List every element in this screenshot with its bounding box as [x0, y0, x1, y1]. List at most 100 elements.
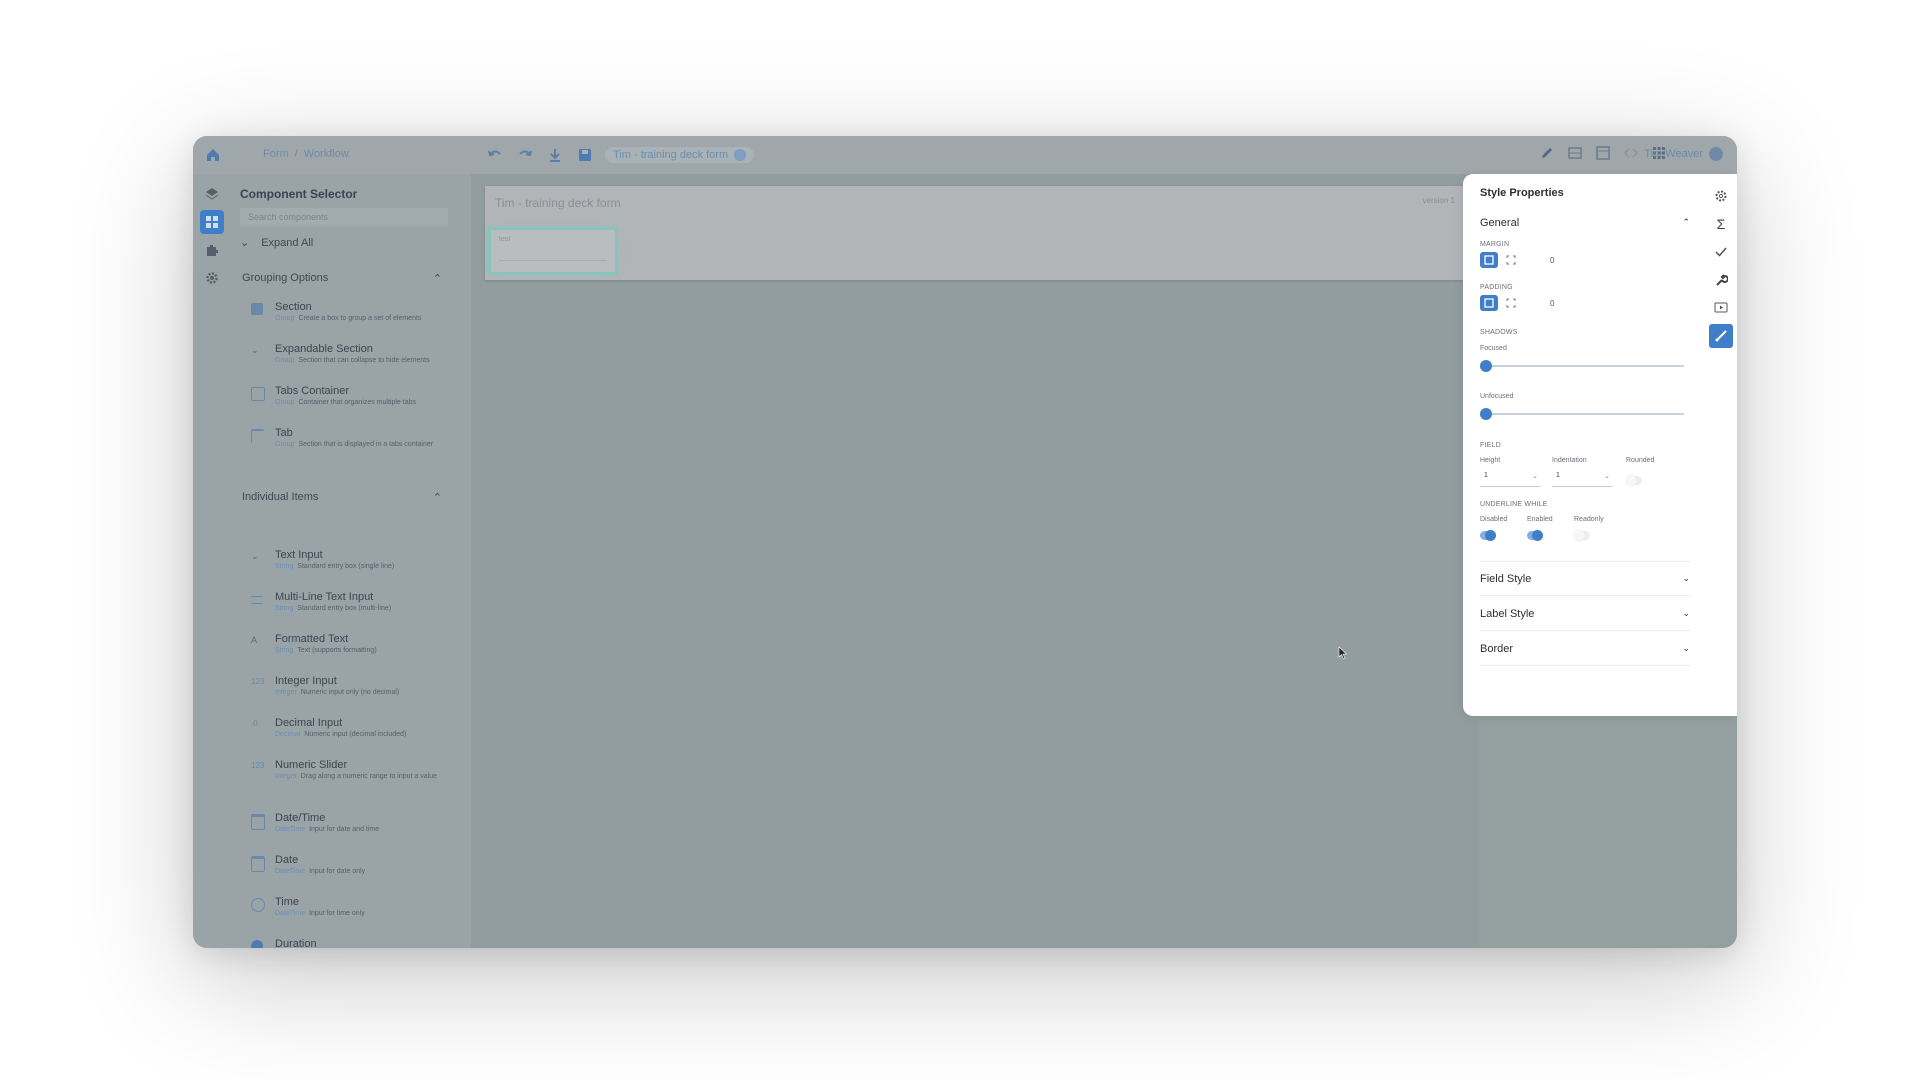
component-item-date[interactable]: Date DateTime Input for date only: [251, 854, 441, 884]
border-header[interactable]: Border ⌄: [1480, 643, 1690, 655]
save-icon[interactable]: [575, 145, 595, 165]
undo-icon[interactable]: [485, 145, 505, 165]
label-style-header[interactable]: Label Style ⌄: [1480, 608, 1690, 620]
individual-items-header[interactable]: Individual Items ⌃: [242, 491, 442, 504]
text-input-icon: ⌄: [251, 551, 259, 561]
margin-individual-button[interactable]: [1502, 252, 1520, 268]
info-icon[interactable]: [734, 149, 747, 161]
breadcrumb-form[interactable]: Form: [263, 148, 289, 160]
item-name: Multi-Line Text Input: [275, 591, 374, 603]
preview-play-icon[interactable]: [1709, 296, 1733, 320]
form-version: version 1: [1422, 196, 1455, 205]
divider: [1480, 665, 1690, 666]
form-canvas: Tim - training deck form version 1 test: [471, 174, 1479, 948]
breadcrumb-workflow[interactable]: Workflow: [304, 148, 349, 160]
item-desc: Group Create a box to group a set of elem…: [275, 315, 422, 322]
component-item-tab[interactable]: Tab Group Section that is displayed in a …: [251, 427, 441, 467]
section-icon: [251, 303, 263, 315]
item-name: Section: [275, 301, 312, 313]
grouping-options-header[interactable]: Grouping Options ⌃: [242, 272, 442, 285]
chevron-up-icon[interactable]: ⌃: [433, 491, 442, 504]
component-item-multi-line-text-input[interactable]: Multi-Line Text Input String Standard ent…: [251, 591, 441, 621]
component-item-date-time[interactable]: Date/Time DateTime Input for date and tim…: [251, 812, 441, 842]
indentation-value: 1: [1556, 472, 1560, 479]
component-item-expandable-section[interactable]: ⌄ Expandable Section Group Section that c…: [251, 343, 441, 373]
preview-icon[interactable]: [1595, 145, 1611, 161]
chevron-down-icon[interactable]: ⌄: [1682, 643, 1690, 655]
field-section-label: FIELD: [1480, 442, 1501, 449]
rounded-toggle[interactable]: [1626, 475, 1642, 486]
redo-icon[interactable]: [515, 145, 535, 165]
component-item-text-input[interactable]: ⌄ Text Input String Standard entry box (s…: [251, 549, 441, 579]
underline-while-label: UNDERLINE WHILE: [1480, 501, 1548, 508]
check-icon[interactable]: [1709, 240, 1733, 264]
table-icon[interactable]: [1567, 145, 1583, 161]
home-icon[interactable]: [203, 145, 223, 165]
document-chip[interactable]: Tim - training deck form: [605, 147, 755, 163]
item-desc: String Text (supports formatting): [275, 647, 377, 654]
expand-all-button[interactable]: ⌄ Expand All: [240, 236, 314, 250]
padding-label: PADDING: [1480, 284, 1513, 291]
tabs-icon: [251, 387, 265, 401]
component-item-decimal-input[interactable]: .0 Decimal Input Decimal Numeric input (d…: [251, 717, 441, 747]
sigma-icon[interactable]: Σ: [1709, 212, 1733, 236]
edit-icon[interactable]: [1539, 145, 1555, 161]
padding-value[interactable]: 0: [1550, 299, 1554, 308]
margin-value[interactable]: 0: [1550, 256, 1554, 265]
download-icon[interactable]: [545, 145, 565, 165]
left-rail: [193, 174, 231, 948]
mouse-cursor-icon: [1338, 646, 1348, 660]
settings-gear-icon[interactable]: [1709, 184, 1733, 208]
item-name: Time: [275, 896, 300, 908]
chevron-down-icon[interactable]: ⌄: [1682, 608, 1690, 620]
focused-label: Focused: [1480, 345, 1507, 352]
grouping-options-title: Grouping Options: [242, 272, 329, 284]
underline-enabled-toggle[interactable]: [1527, 530, 1543, 541]
unfocused-label: Unfocused: [1480, 393, 1514, 400]
chevron-up-icon[interactable]: ⌃: [1682, 217, 1690, 229]
layers-icon[interactable]: [200, 182, 224, 206]
margin-uniform-button[interactable]: [1480, 252, 1498, 268]
padding-uniform-button[interactable]: [1480, 295, 1498, 311]
chevron-up-icon[interactable]: ⌃: [433, 272, 442, 285]
item-name: Tab: [275, 427, 293, 439]
gear-icon[interactable]: [200, 266, 224, 290]
puzzle-icon[interactable]: [200, 238, 224, 262]
form-card[interactable]: Tim - training deck form version 1 test: [485, 186, 1465, 280]
underline-readonly-toggle[interactable]: [1574, 530, 1590, 541]
paintbrush-icon[interactable]: [1709, 324, 1733, 348]
component-item-numeric-slider[interactable]: 123 Numeric Slider Integer Drag along a n…: [251, 759, 441, 799]
component-item-formatted-text[interactable]: A Formatted Text String Text (supports fo…: [251, 633, 441, 663]
selected-field[interactable]: test: [491, 230, 615, 272]
expand-all-label: Expand All: [261, 236, 314, 249]
item-name: Formatted Text: [275, 633, 349, 645]
indentation-select[interactable]: 1 ⌄: [1552, 472, 1612, 487]
item-name: Expandable Section: [275, 343, 373, 355]
component-item-integer-input[interactable]: 123 Integer Input Integer Numeric input o…: [251, 675, 441, 705]
component-item-time[interactable]: Time DateTime Input for time only: [251, 896, 441, 926]
chevron-down-icon[interactable]: ⌄: [1682, 573, 1690, 585]
underline-disabled-toggle[interactable]: [1480, 530, 1496, 541]
unfocused-shadow-slider[interactable]: [1480, 407, 1684, 421]
components-grid-icon[interactable]: [200, 210, 224, 234]
readonly-label: Readonly: [1574, 516, 1604, 523]
focused-shadow-slider[interactable]: [1480, 359, 1684, 373]
general-section-header[interactable]: General ⌃: [1480, 217, 1690, 229]
search-input[interactable]: Search components: [240, 208, 448, 226]
item-desc: Group Section that is displayed in a tabs…: [275, 441, 434, 448]
wrench-icon[interactable]: [1709, 268, 1733, 292]
height-select[interactable]: 1 ⌄: [1480, 472, 1540, 487]
item-desc: DateTime Input for date and time: [275, 826, 380, 833]
component-item-tabs-container[interactable]: Tabs Container Group Container that organ…: [251, 385, 441, 415]
item-name: Date/Time: [275, 812, 326, 824]
slider-knob[interactable]: [1480, 408, 1492, 420]
code-icon[interactable]: [1623, 145, 1639, 161]
slider-knob[interactable]: [1480, 360, 1492, 372]
component-item-section[interactable]: Section Group Create a box to group a set…: [251, 301, 441, 331]
item-desc: String Standard entry box (single line): [275, 563, 395, 570]
component-item-duration[interactable]: Duration: [251, 938, 441, 948]
field-style-header[interactable]: Field Style ⌄: [1480, 573, 1690, 585]
avatar: [1709, 147, 1723, 161]
user-menu[interactable]: Tim Weaver: [1644, 147, 1723, 161]
padding-individual-button[interactable]: [1502, 295, 1520, 311]
